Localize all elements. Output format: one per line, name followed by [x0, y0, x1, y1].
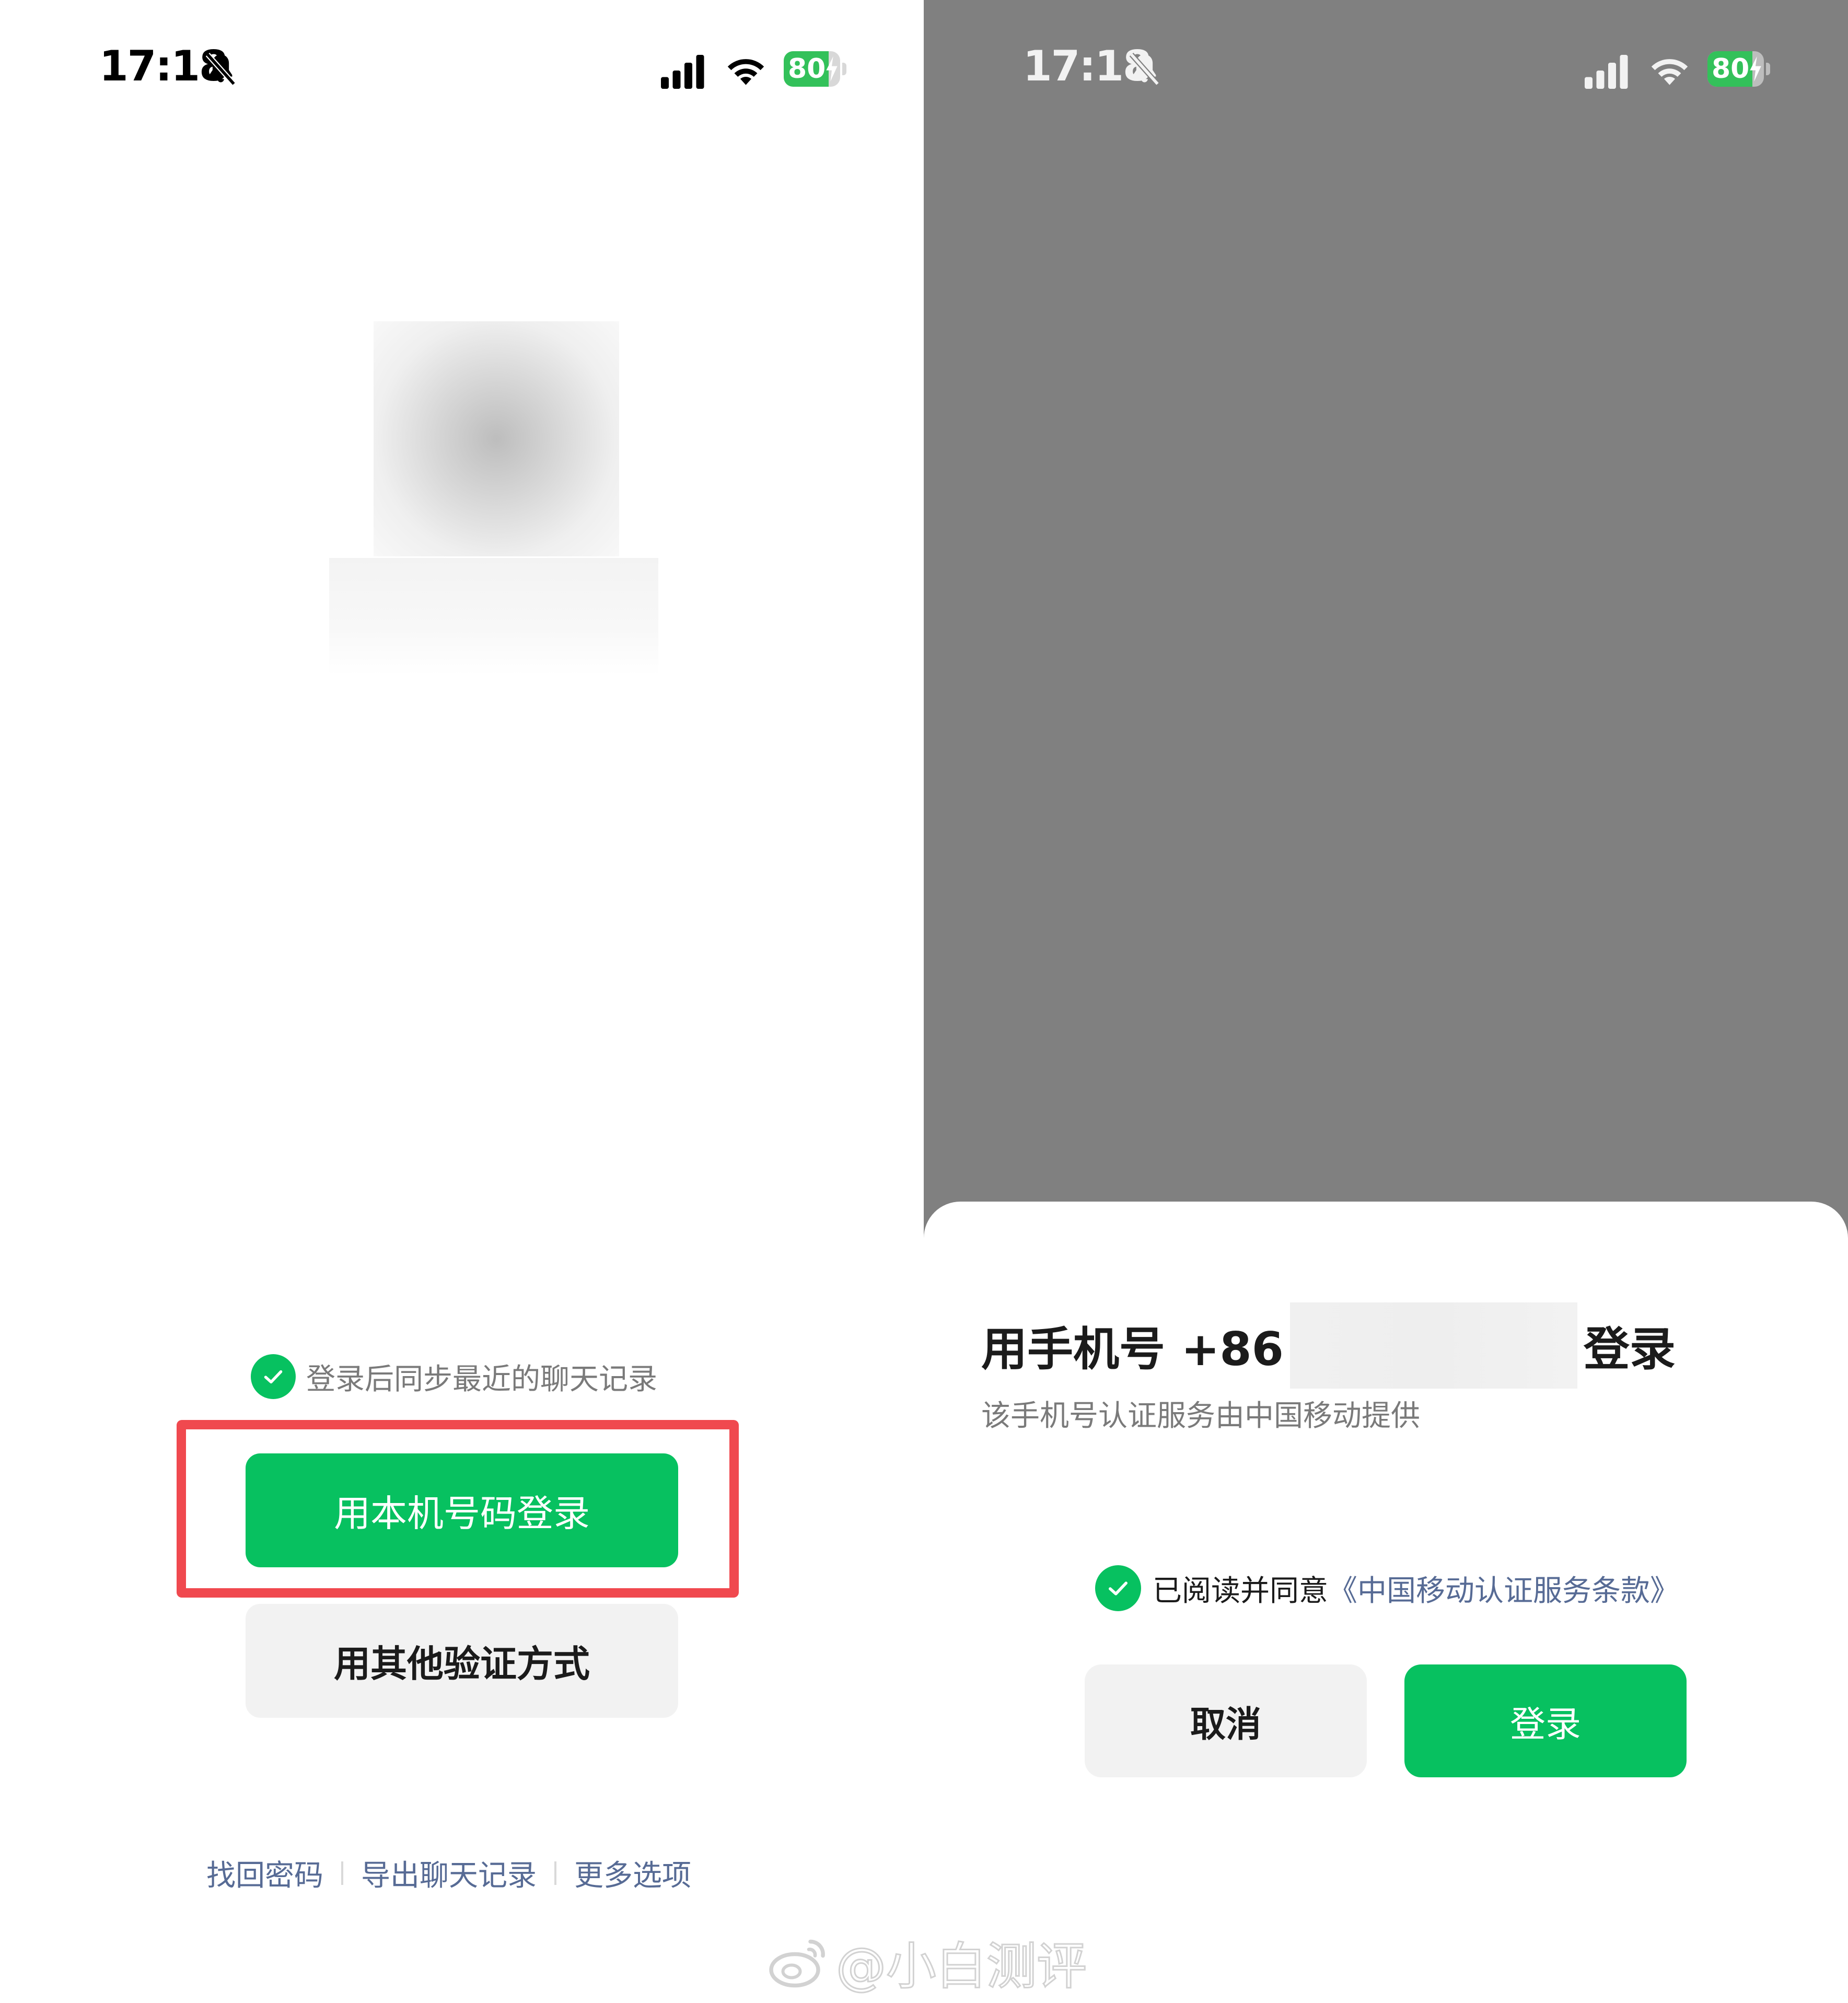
signal-icon — [661, 55, 704, 89]
title-suffix: 登录 — [1583, 1322, 1676, 1376]
link-divider — [554, 1861, 556, 1885]
wifi-icon — [727, 59, 764, 85]
watermark-text: @小白测评 — [835, 1936, 1088, 1996]
agree-label: 已阅读并同意 — [1153, 1574, 1328, 1608]
more-options-link[interactable]: 更多选项 — [574, 1852, 691, 1894]
battery-indicator: 80 — [784, 51, 846, 87]
checkmark-icon[interactable] — [1095, 1565, 1141, 1611]
avatar-placeholder — [374, 321, 619, 556]
login-button[interactable]: 登录 — [1404, 1664, 1687, 1777]
silent-bell-icon — [1129, 53, 1160, 86]
masked-phone-number — [1289, 1302, 1577, 1389]
weibo-logo-icon — [769, 1939, 825, 1987]
signal-icon — [1585, 55, 1628, 89]
terms-agreement[interactable]: 已阅读并同意 《中国移动认证服务条款》 — [1095, 1562, 1679, 1614]
login-confirm-sheet: 用手机号 +86 登录 该手机号认证服务由中国移动提供 已阅读并同意 《中国移动… — [924, 1202, 1848, 2003]
sync-history-option[interactable]: 登录后同步最近的聊天记录 — [251, 1353, 657, 1400]
battery-level: 80 — [788, 53, 826, 85]
checkmark-icon[interactable] — [251, 1354, 296, 1399]
charging-icon — [1750, 56, 1761, 81]
login-screen: 17:18 80 登录后同步最近的聊天记录 用本机号码登录 用其他验证方式 找回… — [0, 0, 924, 2003]
other-verification-button[interactable]: 用其他验证方式 — [246, 1604, 678, 1718]
sync-history-label: 登录后同步最近的聊天记录 — [306, 1362, 657, 1396]
charging-icon — [826, 56, 838, 81]
battery-indicator: 80 — [1707, 51, 1770, 87]
recover-password-link[interactable]: 找回密码 — [206, 1852, 323, 1894]
title-prefix: 用手机号 +86 — [981, 1322, 1284, 1376]
sheet-title: 用手机号 +86 登录 — [981, 1301, 1676, 1390]
highlight-frame — [177, 1420, 739, 1598]
silent-bell-icon — [205, 53, 236, 86]
weibo-watermark: @小白测评 — [768, 1928, 1088, 1996]
wifi-icon — [1651, 59, 1688, 85]
nickname-placeholder — [329, 558, 658, 676]
terms-link[interactable]: 《中国移动认证服务条款》 — [1328, 1567, 1679, 1610]
cancel-button[interactable]: 取消 — [1085, 1664, 1367, 1777]
confirm-login-screen: 17:18 80 用手机号 +86 登录 该手机号认证服务由中国移动提供 已阅读… — [924, 0, 1848, 2003]
footer-links: 找回密码 导出聊天记录 更多选项 — [206, 1849, 691, 1896]
battery-level: 80 — [1712, 53, 1750, 85]
carrier-notice: 该手机号认证服务由中国移动提供 — [981, 1399, 1420, 1433]
export-chat-history-link[interactable]: 导出聊天记录 — [361, 1852, 537, 1894]
link-divider — [341, 1861, 343, 1885]
